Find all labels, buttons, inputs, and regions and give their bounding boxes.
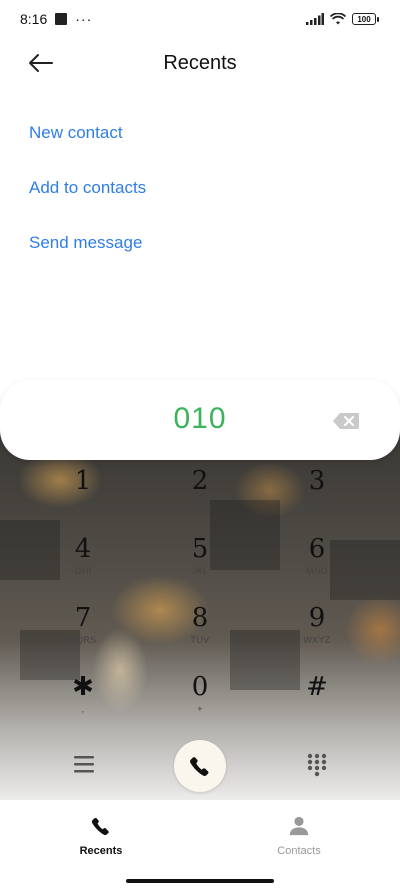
key-letters: WXYZ xyxy=(303,635,331,645)
key-4[interactable]: 4 GHI xyxy=(38,534,128,594)
key-digit: 4 xyxy=(74,534,92,564)
status-right: 100 xyxy=(306,13,379,25)
key-letters: PQRS xyxy=(69,635,97,645)
key-1[interactable]: 1 ꝏ xyxy=(38,466,128,526)
menu-icon xyxy=(74,756,94,773)
status-left: 8:16 ··· xyxy=(20,11,92,27)
person-icon xyxy=(239,815,359,841)
add-to-contacts-link[interactable]: Add to contacts xyxy=(29,175,146,230)
key-2[interactable]: 2 ABC xyxy=(155,466,245,526)
key-letters: TUV xyxy=(190,635,210,645)
key-digit: 9 xyxy=(308,603,326,633)
home-indicator[interactable] xyxy=(126,879,274,883)
key-6[interactable]: 6 MNO xyxy=(272,534,362,594)
signal-icon xyxy=(306,13,324,25)
key-5[interactable]: 5 JKL xyxy=(155,534,245,594)
battery-level: 100 xyxy=(357,14,371,24)
key-letters: DEF xyxy=(307,498,327,508)
tab-contacts[interactable]: Contacts xyxy=(239,815,359,857)
key-letters: MNO xyxy=(306,566,328,576)
status-bar: 8:16 ··· 100 xyxy=(0,0,400,38)
key-digit: 8 xyxy=(191,603,209,633)
header: Recents xyxy=(0,44,400,84)
key-letters: , xyxy=(81,704,85,714)
menu-button[interactable] xyxy=(70,752,98,776)
action-list: New contact Add to contacts Send message xyxy=(29,120,146,285)
tab-contacts-label: Contacts xyxy=(277,845,321,857)
key-8[interactable]: 8 TUV xyxy=(155,603,245,663)
key-digit: 6 xyxy=(308,534,326,564)
new-contact-link[interactable]: New contact xyxy=(29,120,146,175)
call-button[interactable] xyxy=(174,740,226,792)
key-0[interactable]: 0 + xyxy=(155,672,245,732)
number-display: 010 xyxy=(0,380,400,460)
key-digit: 7 xyxy=(74,603,92,633)
backspace-button[interactable] xyxy=(332,412,360,430)
key-hash[interactable]: # xyxy=(272,672,362,732)
key-digit: 5 xyxy=(191,534,209,564)
dialpad-toggle-button[interactable] xyxy=(305,752,329,778)
voicemail-icon: ꝏ xyxy=(78,498,88,508)
key-digit: 2 xyxy=(191,466,209,496)
key-digit: # xyxy=(306,672,328,702)
page-title: Recents xyxy=(163,52,237,74)
key-7[interactable]: 7 PQRS xyxy=(38,603,128,663)
key-letters: GHI xyxy=(74,566,92,576)
tab-recents[interactable]: Recents xyxy=(41,815,161,857)
key-letters: + xyxy=(197,704,203,714)
phone-icon xyxy=(190,757,209,776)
key-digit: 1 xyxy=(74,466,92,496)
battery-icon: 100 xyxy=(352,13,379,25)
bottom-nav: Recents Contacts xyxy=(0,800,400,870)
backspace-icon xyxy=(333,413,359,429)
wifi-icon xyxy=(330,13,346,25)
key-letters: JKL xyxy=(191,566,209,576)
dialpad-icon xyxy=(307,753,327,777)
key-digit: 3 xyxy=(308,466,326,496)
key-3[interactable]: 3 DEF xyxy=(272,466,362,526)
key-9[interactable]: 9 WXYZ xyxy=(272,603,362,663)
notification-icon xyxy=(55,13,68,25)
status-time: 8:16 xyxy=(20,11,48,27)
more-notifications-indicator: ··· xyxy=(75,11,93,27)
key-digit: 0 xyxy=(191,672,209,702)
key-digit: ✱ xyxy=(72,672,94,702)
tab-recents-label: Recents xyxy=(79,845,123,857)
key-letters: ABC xyxy=(190,498,210,508)
key-star[interactable]: ✱ , xyxy=(38,672,128,732)
phone-icon xyxy=(41,815,161,841)
send-message-link[interactable]: Send message xyxy=(29,230,146,285)
